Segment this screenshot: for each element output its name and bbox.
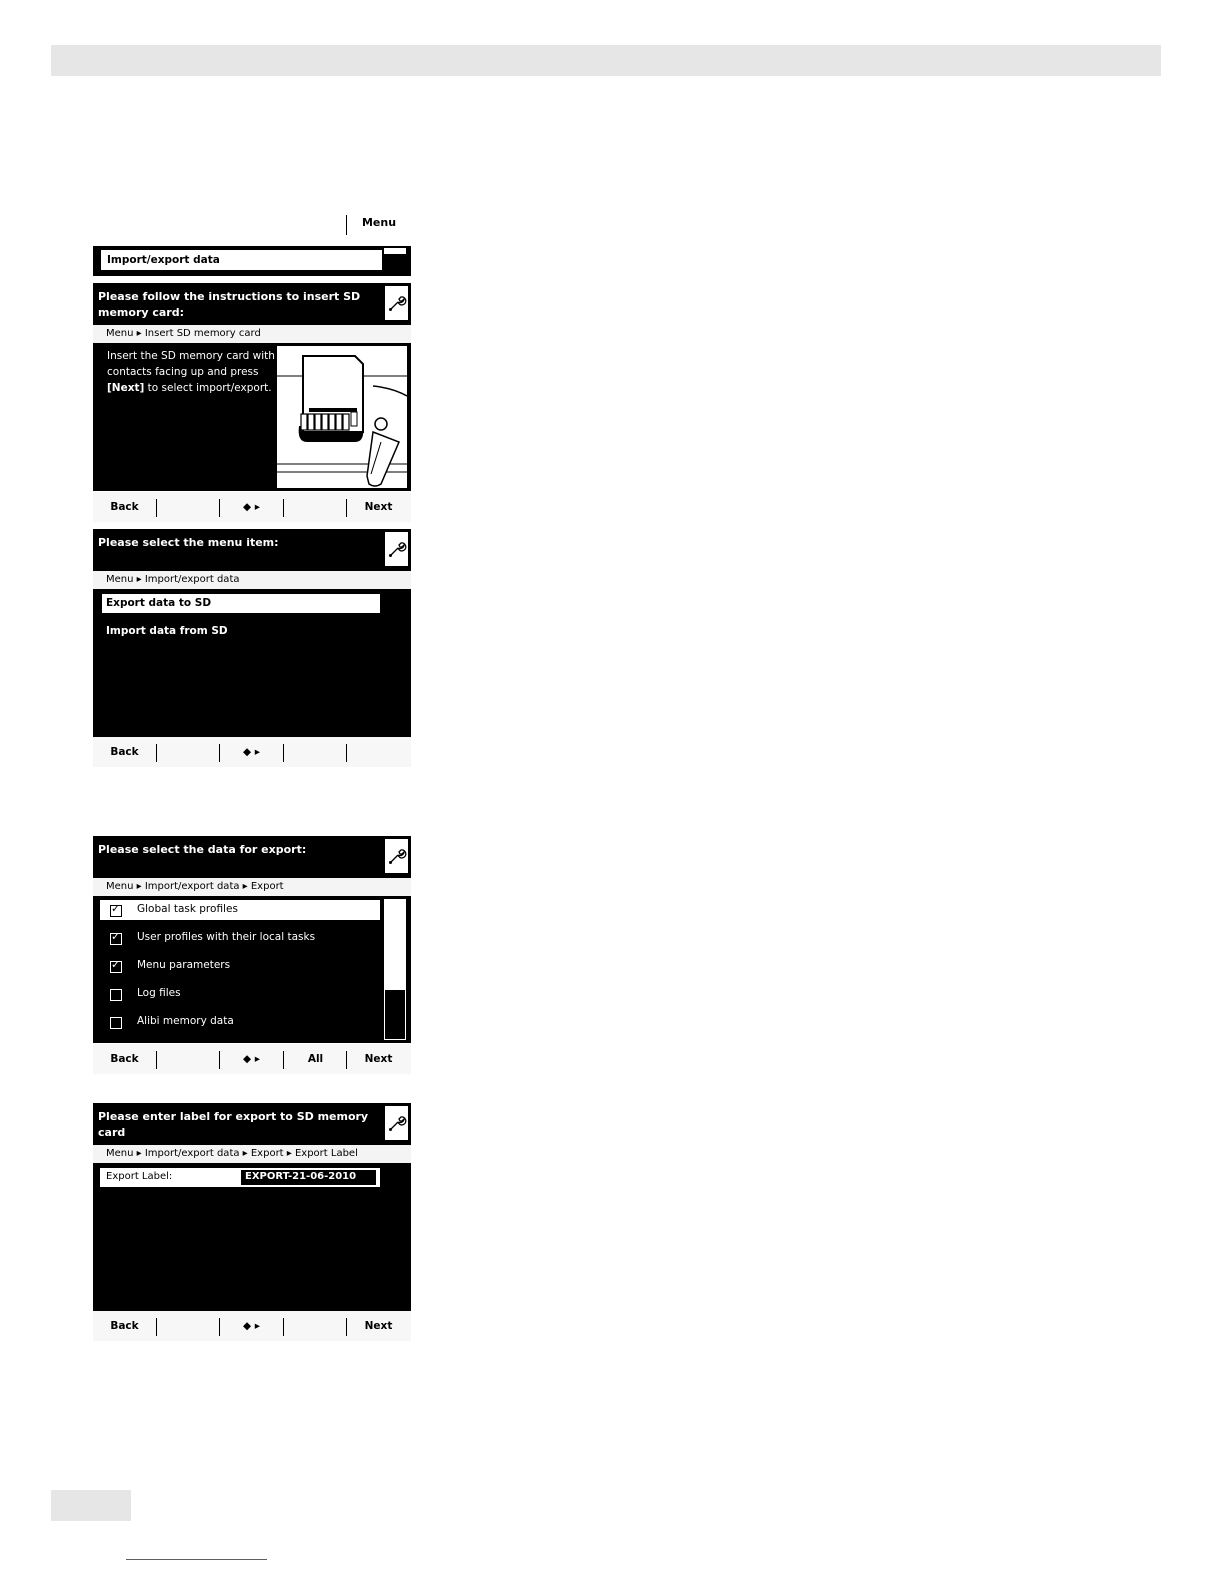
softkey-divider <box>283 744 284 762</box>
breadcrumb: Menu ▸ Import/export data ▸ Export <box>93 878 411 896</box>
checklist-label: User profiles with their local tasks <box>137 931 316 943</box>
checklist-label: Alibi memory data <box>137 1015 234 1027</box>
wrench-icon <box>385 286 408 320</box>
breadcrumb: Menu ▸ Insert SD memory card <box>93 325 411 343</box>
checklist-row[interactable]: Log files <box>100 984 380 1004</box>
screen-heading: Please enter label for export to SD memo… <box>98 1110 372 1139</box>
scrollbar-track <box>384 248 406 254</box>
export-label-row[interactable]: Export Label: EXPORT-21-06-2010 <box>100 1168 380 1187</box>
scrollbar-track-fill <box>385 900 405 990</box>
checkmark-icon: ✓ <box>111 958 121 971</box>
navigate-arrows-button[interactable]: ◆ ▸ <box>220 737 283 767</box>
export-label-body: Export Label: EXPORT-21-06-2010 <box>93 1163 411 1311</box>
page-header-band <box>51 45 1161 76</box>
softkey-divider <box>156 744 157 762</box>
top-menu-bar: Menu <box>93 213 411 237</box>
breadcrumb: Menu ▸ Import/export data <box>93 571 411 589</box>
softkey-divider <box>283 1318 284 1336</box>
instruction-line: to select import/export. <box>144 382 272 394</box>
navigate-arrows-button[interactable]: ◆ ▸ <box>220 1311 283 1341</box>
instruction-line: Insert the SD memory card with <box>107 350 275 362</box>
checklist-label: Log files <box>137 987 181 999</box>
navigate-arrows-button[interactable]: ◆ ▸ <box>220 1044 283 1074</box>
insert-sd-header: Please follow the instructions to insert… <box>93 283 411 325</box>
screen-heading: Please follow the instructions to insert… <box>98 290 365 319</box>
export-label-value: EXPORT-21-06-2010 <box>245 1171 357 1182</box>
sd-card-illustration <box>277 346 408 488</box>
back-button[interactable]: Back <box>93 1044 156 1074</box>
checkbox[interactable]: ✓ <box>110 902 122 917</box>
back-button[interactable]: Back <box>93 1311 156 1341</box>
next-key-reference: [Next] <box>107 382 145 394</box>
screen-heading: Please select the data for export: <box>98 843 307 856</box>
softkey-bar: Back ◆ ▸ Next <box>93 492 411 522</box>
export-data-checklist: ✓ Global task profiles ✓ User profiles w… <box>93 896 411 1043</box>
next-button[interactable]: Next <box>347 492 410 522</box>
footer-link-underline <box>126 1559 267 1560</box>
checklist-label: Global task profiles <box>137 903 238 915</box>
breadcrumb-text: Menu ▸ Import/export data ▸ Export <box>106 881 284 892</box>
softkey-divider <box>156 1318 157 1336</box>
checkmark-icon: ✓ <box>111 902 121 915</box>
import-export-title: Import/export data <box>107 254 220 266</box>
breadcrumb-text: Menu ▸ Import/export data <box>106 574 240 585</box>
selected-menu-row[interactable]: Import/export data <box>101 250 382 270</box>
checklist-row[interactable]: ✓ User profiles with their local tasks <box>100 928 380 948</box>
checklist-label: Menu parameters <box>137 959 231 971</box>
scrollbar[interactable] <box>384 899 406 1040</box>
checkbox[interactable] <box>110 989 122 1001</box>
export-label-input[interactable]: EXPORT-21-06-2010 <box>241 1170 376 1185</box>
menu-item-import[interactable]: Import data from SD <box>106 625 228 637</box>
breadcrumb-text: Menu ▸ Import/export data ▸ Export ▸ Exp… <box>106 1148 358 1159</box>
breadcrumb-text: Menu ▸ Insert SD memory card <box>106 328 261 339</box>
back-button[interactable]: Back <box>93 737 156 767</box>
select-menu-header: Please select the menu item: <box>93 529 411 571</box>
wrench-icon <box>385 839 408 873</box>
menu-item-label: Export data to SD <box>106 597 212 609</box>
softkey-divider <box>346 744 347 762</box>
screen-heading: Please select the menu item: <box>98 536 279 549</box>
softkey-divider <box>156 499 157 517</box>
menu-item-list: Export data to SD Import data from SD <box>93 589 411 737</box>
checklist-row[interactable]: ✓ Global task profiles <box>100 900 380 920</box>
softkey-divider <box>156 1051 157 1069</box>
next-button[interactable]: Next <box>347 1044 410 1074</box>
instruction-text: Insert the SD memory card with contacts … <box>107 348 279 396</box>
softkey-bar: Back ◆ ▸ All Next <box>93 1044 411 1074</box>
export-label-header: Please enter label for export to SD memo… <box>93 1103 411 1145</box>
checklist-row[interactable]: Alibi memory data <box>100 1012 380 1032</box>
import-export-title-screen: Import/export data <box>93 246 411 276</box>
menu-item-export[interactable]: Export data to SD <box>102 594 380 613</box>
next-button[interactable]: Next <box>347 1311 410 1341</box>
export-label-caption: Export Label: <box>106 1171 173 1182</box>
checkbox[interactable] <box>110 1017 122 1029</box>
navigate-arrows-button[interactable]: ◆ ▸ <box>220 492 283 522</box>
select-all-button[interactable]: All <box>284 1044 347 1074</box>
checkmark-icon: ✓ <box>111 930 121 943</box>
softkey-bar: Back ◆ ▸ Next <box>93 1311 411 1341</box>
softkey-bar: Back ◆ ▸ <box>93 737 411 767</box>
checkbox[interactable]: ✓ <box>110 930 122 945</box>
menu-softkey[interactable]: Menu <box>347 216 411 229</box>
page-footer-tab <box>51 1490 131 1521</box>
checklist-row[interactable]: ✓ Menu parameters <box>100 956 380 976</box>
softkey-divider <box>283 499 284 517</box>
breadcrumb: Menu ▸ Import/export data ▸ Export ▸ Exp… <box>93 1145 411 1163</box>
wrench-icon <box>385 1106 408 1140</box>
insert-sd-body: Insert the SD memory card with contacts … <box>93 343 411 491</box>
checkbox[interactable]: ✓ <box>110 958 122 973</box>
instruction-line: contacts facing up and press <box>107 366 259 378</box>
select-export-data-header: Please select the data for export: <box>93 836 411 878</box>
back-button[interactable]: Back <box>93 492 156 522</box>
wrench-icon <box>385 532 408 566</box>
